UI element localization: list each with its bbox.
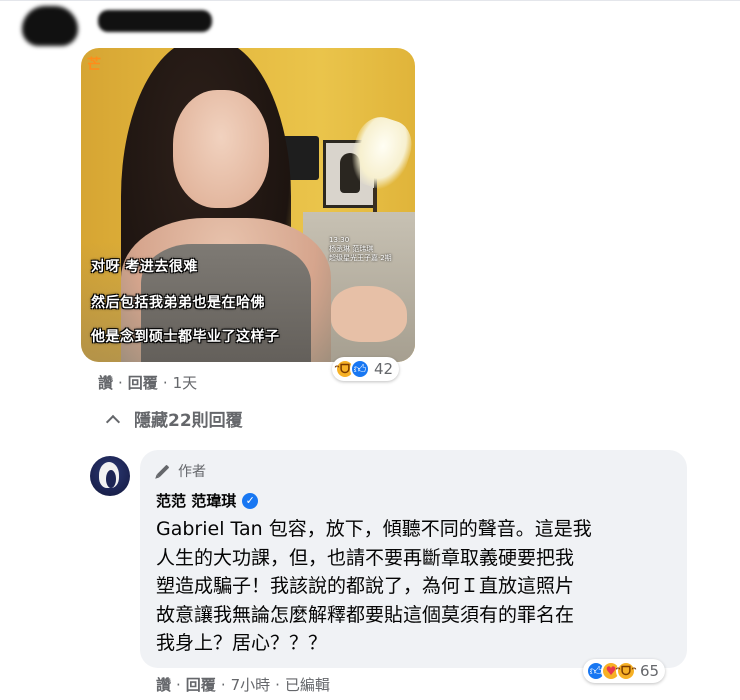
like-icon: 👍︎ xyxy=(350,359,370,379)
reaction-summary[interactable]: ᵔᗜᵔ 👍︎ 42 xyxy=(332,357,400,381)
reply-text-line-1: 包容，放下，傾聽不同的聲音。這是我 xyxy=(262,518,592,540)
separator-dot: · xyxy=(162,373,168,392)
comment-actions: 讚 · 回覆 · 1天 xyxy=(98,372,197,393)
reply-text-line-5: 我身上？居心？？？ xyxy=(156,632,328,654)
reply-bubble: 作者 范范 范瑋琪 ✓ Gabriel Tan 包容，放下，傾聽不同的聲音。這是… xyxy=(140,450,687,668)
tagged-user-link[interactable]: Gabriel Tan xyxy=(156,518,263,540)
tv-caption: 13:30 杨丞琳 范玮琪 超级星光王子嘉·2期 xyxy=(329,236,392,262)
reply-text-line-3: 塑造成騙子！我該說的都說了，為何Ｉ直放這照片 xyxy=(156,575,575,597)
author-avatar[interactable] xyxy=(90,456,130,496)
reply-text-line-4: 故意讓我無論怎麼解釋都要貼這個莫須有的罪名在 xyxy=(156,603,575,626)
reply-reaction-summary[interactable]: 👍︎ ♥ ᵔᗜᵔ 65 xyxy=(583,659,666,683)
author-name-link[interactable]: 范范 范瑋琪 xyxy=(156,490,236,511)
hide-replies-button[interactable]: 隱藏22則回覆 xyxy=(100,406,243,431)
reply-text: Gabriel Tan 包容，放下，傾聽不同的聲音。這是我 人生的大功課，但，也… xyxy=(156,515,673,658)
reply-reply-link[interactable]: 回覆 xyxy=(186,674,216,695)
author-name-row: 范范 范瑋琪 ✓ xyxy=(156,490,673,511)
reaction-count: 42 xyxy=(374,360,394,378)
separator-dot: · xyxy=(220,675,226,694)
subtitle-line-1: 对呀 考进去很难 xyxy=(91,259,198,275)
separator-dot: · xyxy=(118,373,123,392)
channel-logo: 芒 xyxy=(87,57,101,73)
subtitle-line-3: 他是念到硕士都毕业了这样子 xyxy=(91,329,280,345)
verified-badge-icon: ✓ xyxy=(242,492,259,509)
reply-reaction-count: 65 xyxy=(640,662,660,680)
redacted-name xyxy=(98,10,212,32)
reply-link[interactable]: 回覆 xyxy=(128,372,158,393)
separator-dot: · xyxy=(275,675,280,694)
haha-icon: ᵔᗜᵔ xyxy=(615,661,637,681)
author-badge: 作者 xyxy=(156,460,673,482)
reply-text-line-2: 人生的大功課，但，也請不要再斷章取義硬要把我 xyxy=(156,546,575,569)
author-badge-label: 作者 xyxy=(178,464,206,480)
reply-timestamp-link[interactable]: 7小時 xyxy=(231,674,271,695)
separator-dot: · xyxy=(176,675,181,694)
top-divider xyxy=(0,0,740,1)
like-link[interactable]: 讚 xyxy=(98,372,113,393)
photo-person-face xyxy=(173,90,269,208)
redacted-avatar xyxy=(22,6,78,46)
subtitle-line-2: 然后包括我弟弟也是在哈佛 xyxy=(91,295,265,311)
reply-actions: 讚 · 回覆 · 7小時 · 已編輯 xyxy=(156,674,330,695)
comment-photo[interactable]: 芒 13:30 杨丞琳 范玮琪 超级星光王子嘉·2期 对呀 考进去很难 然后包括… xyxy=(81,48,415,362)
hide-replies-label: 隱藏22則回覆 xyxy=(134,411,243,431)
photo-person-hand xyxy=(331,286,407,342)
pencil-icon xyxy=(156,464,170,478)
edited-label[interactable]: 已編輯 xyxy=(285,674,330,695)
chevron-up-icon xyxy=(105,414,121,429)
reply-like-link[interactable]: 讚 xyxy=(156,674,171,695)
timestamp-link[interactable]: 1天 xyxy=(173,372,198,393)
